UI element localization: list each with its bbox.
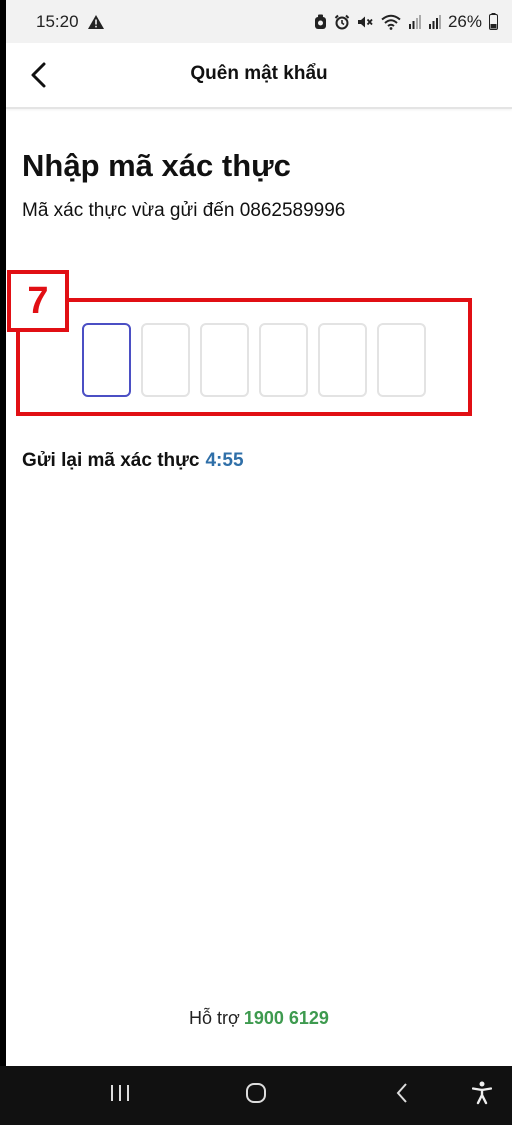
- accessibility-button[interactable]: [452, 1066, 512, 1125]
- status-bar: 15:20 26%: [6, 0, 512, 43]
- annotation-step-label: 7: [7, 270, 69, 332]
- page-subtitle: Mã xác thực vừa gửi đến 0862589996: [22, 200, 346, 221]
- system-nav-bar: [0, 1066, 512, 1125]
- resend-code-row: Gửi lại mã xác thực 4:55: [22, 450, 244, 472]
- resend-code-link[interactable]: Gửi lại mã xác thực: [22, 450, 199, 471]
- wifi-icon: [381, 14, 401, 30]
- mute-icon: [357, 14, 374, 30]
- signal-icon: [408, 14, 421, 29]
- recent-apps-button[interactable]: [90, 1066, 150, 1125]
- support-row: Hỗ trợ 1900 6129: [6, 1008, 512, 1029]
- alarm-clock-icon: [334, 14, 350, 30]
- battery-icon: [489, 13, 498, 30]
- header-bar: Quên mật khẩu: [6, 43, 512, 109]
- resend-countdown: 4:55: [205, 450, 244, 471]
- header-title: Quên mật khẩu: [190, 63, 328, 84]
- support-phone-link[interactable]: 1900 6129: [244, 1008, 329, 1028]
- back-icon: [395, 1082, 409, 1109]
- status-time: 15:20: [36, 11, 79, 31]
- system-back-button[interactable]: [372, 1066, 432, 1125]
- support-label: Hỗ trợ: [189, 1008, 240, 1028]
- warning-icon: [87, 14, 105, 30]
- signal-icon: [428, 14, 441, 29]
- alarm-app-icon: [314, 14, 327, 30]
- accessibility-icon: [471, 1081, 493, 1110]
- screen: 15:20 26% Quên mật khẩu Nhập mã xác thực…: [6, 0, 512, 1125]
- page-title: Nhập mã xác thực: [22, 148, 291, 183]
- annotation-highlight-box: [16, 298, 472, 416]
- battery-percent: 26%: [447, 11, 482, 31]
- recent-apps-icon: [109, 1083, 131, 1108]
- home-button[interactable]: [226, 1066, 286, 1125]
- home-icon: [245, 1082, 267, 1109]
